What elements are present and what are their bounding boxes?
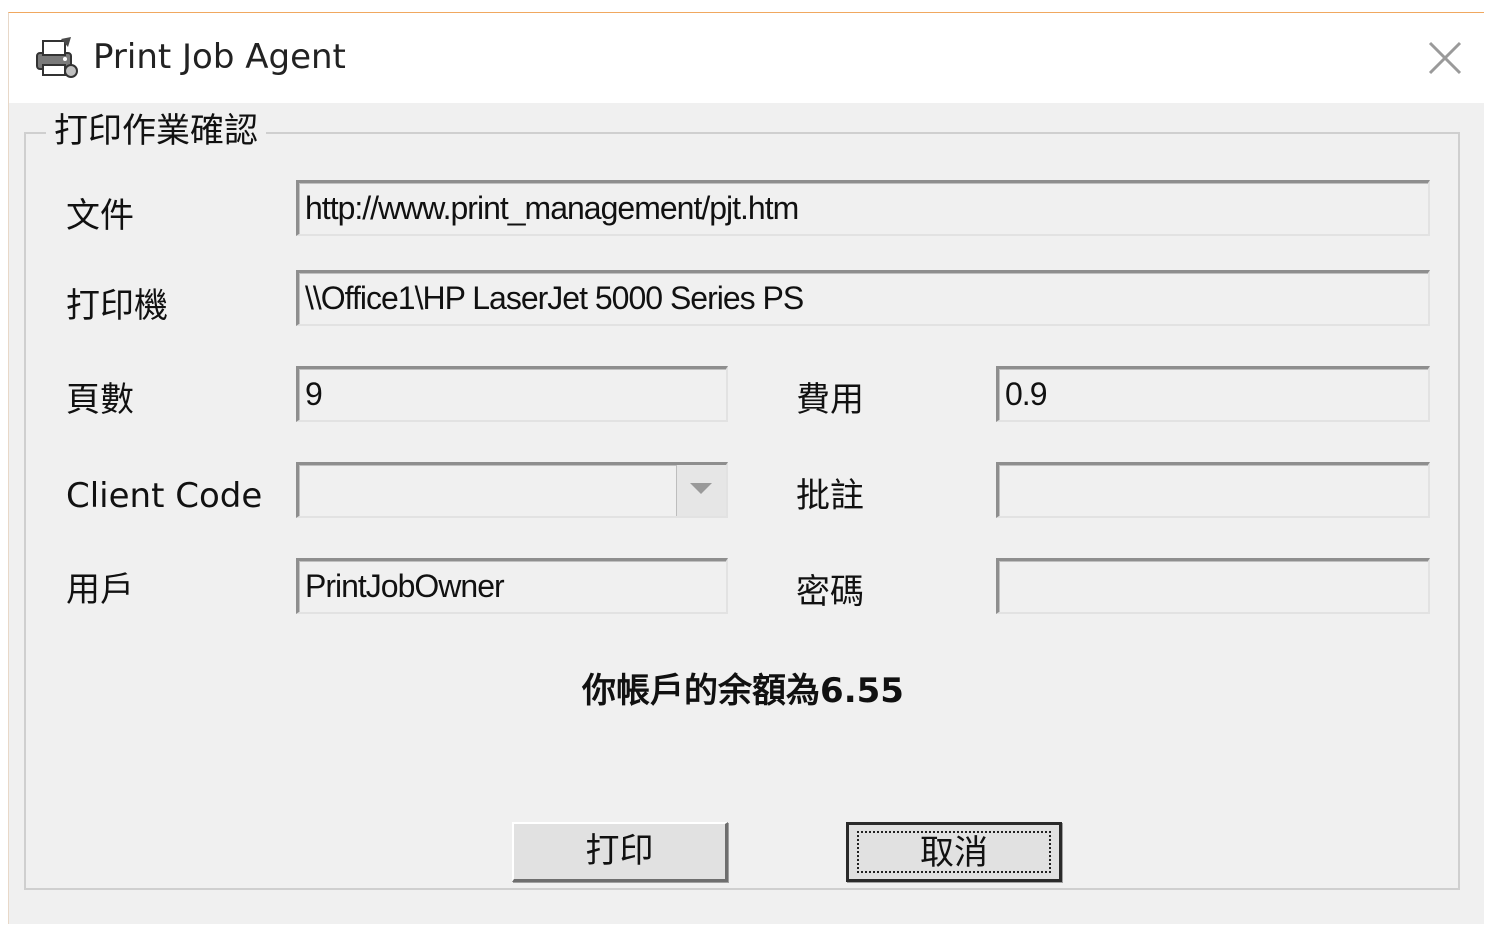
- comment-field[interactable]: [996, 462, 1430, 518]
- client-code-dropdown-button[interactable]: [676, 465, 726, 516]
- comment-label: 批註: [796, 476, 864, 516]
- printer-agent-icon: [36, 37, 78, 78]
- user-value: PrintJobOwner: [305, 568, 505, 604]
- cost-label: 費用: [796, 380, 864, 420]
- document-label: 文件: [66, 196, 134, 236]
- focus-rectangle: 取消: [857, 831, 1051, 873]
- account-balance-text: 你帳戶的余額為6.55: [582, 671, 904, 711]
- cost-field[interactable]: 0.9: [996, 366, 1430, 422]
- cancel-button-label: 取消: [920, 833, 988, 873]
- user-label: 用戶: [66, 570, 134, 610]
- user-field[interactable]: PrintJobOwner: [296, 558, 728, 614]
- print-button[interactable]: 打印: [512, 822, 728, 882]
- printer-label: 打印機: [66, 286, 168, 326]
- client-code-label: Client Code: [66, 476, 263, 516]
- print-button-label: 打印: [585, 831, 654, 871]
- title-bar[interactable]: Print Job Agent: [9, 13, 1484, 103]
- client-code-dropdown[interactable]: [296, 462, 728, 518]
- password-label: 密碼: [796, 572, 864, 612]
- printer-value: \\Office1\HP LaserJet 5000 Series PS: [305, 280, 804, 316]
- document-field[interactable]: http://www.print_management/pjt.htm: [296, 180, 1430, 236]
- document-value: http://www.print_management/pjt.htm: [305, 190, 799, 226]
- close-icon[interactable]: [1420, 33, 1470, 83]
- pages-label: 頁數: [66, 380, 134, 420]
- pages-value: 9: [305, 376, 323, 412]
- password-field[interactable]: [996, 558, 1430, 614]
- printer-field[interactable]: \\Office1\HP LaserJet 5000 Series PS: [296, 270, 1430, 326]
- group-title: 打印作業確認: [46, 108, 266, 154]
- chevron-down-icon: [690, 483, 712, 494]
- cancel-button[interactable]: 取消: [846, 822, 1062, 882]
- window-title: Print Job Agent: [93, 37, 346, 77]
- pages-field[interactable]: 9: [296, 366, 728, 422]
- cost-value: 0.9: [1005, 376, 1047, 412]
